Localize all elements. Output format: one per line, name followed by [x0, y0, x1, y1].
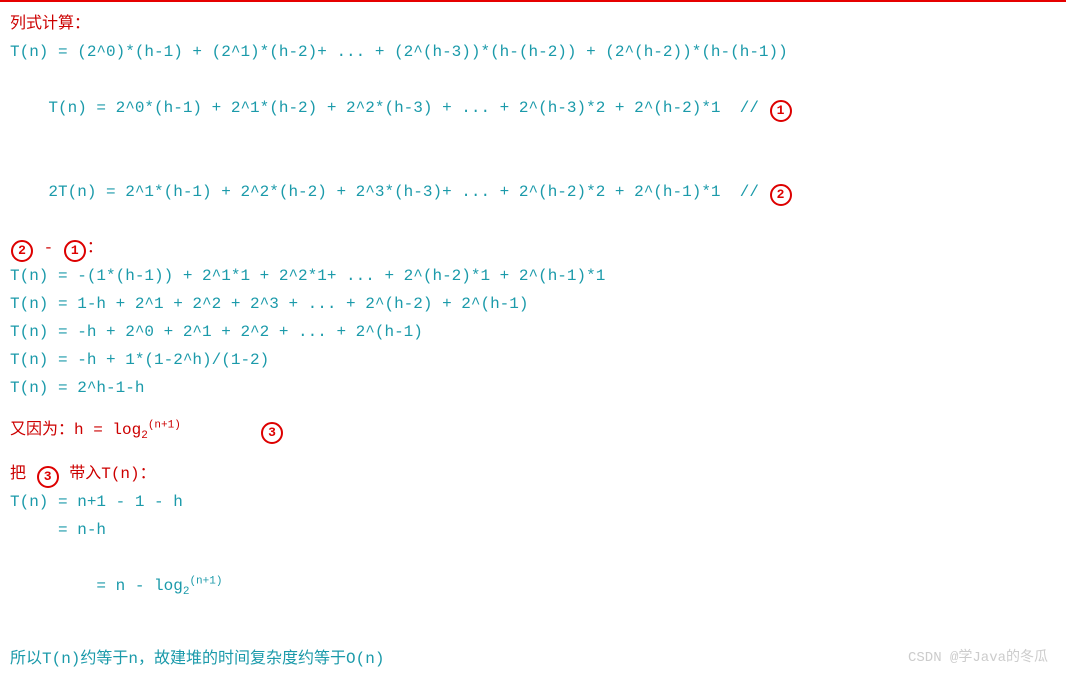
circled-2-icon: 2 — [770, 184, 792, 206]
sub-suffix: 带入T(n)： — [60, 465, 156, 483]
spacer-3 — [10, 631, 1056, 645]
equation-line-1: T(n) = (2^0)*(h-1) + (2^1)*(h-2)+ ... + … — [10, 38, 1056, 66]
log-base: 2 — [141, 430, 148, 442]
circled-3-icon: 3 — [261, 422, 283, 444]
result-line-3: = n - log2(n+1) — [10, 544, 1056, 630]
minus-mid: - — [34, 239, 63, 257]
because-prefix: 又因为：h = log — [10, 421, 141, 439]
result-line-2: = n-h — [10, 516, 1056, 544]
equation-line-5: T(n) = 1-h + 2^1 + 2^2 + 2^3 + ... + 2^(… — [10, 290, 1056, 318]
equation-line-3: 2T(n) = 2^1*(h-1) + 2^2*(h-2) + 2^3*(h-3… — [10, 150, 1056, 234]
minus-suffix: ： — [87, 239, 103, 257]
content-box: 列式计算： T(n) = (2^0)*(h-1) + (2^1)*(h-2)+ … — [0, 0, 1066, 687]
circled-2-icon-ref: 2 — [11, 240, 33, 262]
spacer — [10, 402, 1056, 416]
res3-base: 2 — [183, 587, 190, 599]
circled-3-icon-ref: 3 — [37, 466, 59, 488]
log-arg: (n+1) — [148, 420, 181, 432]
res3-arg: (n+1) — [189, 576, 222, 588]
equation-line-6: T(n) = -h + 2^0 + 2^1 + 2^2 + ... + 2^(h… — [10, 318, 1056, 346]
spacer-2 — [10, 446, 1056, 460]
circled-1-icon: 1 — [770, 100, 792, 122]
subtraction-label: 2 - 1： — [10, 234, 1056, 262]
equation-line-4: T(n) = -(1*(h-1)) + 2^1*1 + 2^2*1+ ... +… — [10, 262, 1056, 290]
res3-prefix: = n - log — [48, 577, 182, 595]
conclusion: 所以T(n)约等于n，故建堆的时间复杂度约等于O(n) — [10, 645, 1056, 673]
equation-line-2: T(n) = 2^0*(h-1) + 2^1*(h-2) + 2^2*(h-3)… — [10, 66, 1056, 150]
equation-line-8: T(n) = 2^h-1-h — [10, 374, 1056, 402]
heading: 列式计算： — [10, 10, 1056, 38]
result-line-1: T(n) = n+1 - 1 - h — [10, 488, 1056, 516]
sub-prefix: 把 — [10, 465, 36, 483]
eq2-text: T(n) = 2^0*(h-1) + 2^1*(h-2) + 2^2*(h-3)… — [48, 99, 768, 117]
substitute-heading: 把 3 带入T(n)： — [10, 460, 1056, 488]
because-line: 又因为：h = log2(n+1) 3 — [10, 416, 1056, 446]
equation-line-7: T(n) = -h + 1*(1-2^h)/(1-2) — [10, 346, 1056, 374]
circled-1-icon-ref: 1 — [64, 240, 86, 262]
eq3-text: 2T(n) = 2^1*(h-1) + 2^2*(h-2) + 2^3*(h-3… — [48, 183, 768, 201]
